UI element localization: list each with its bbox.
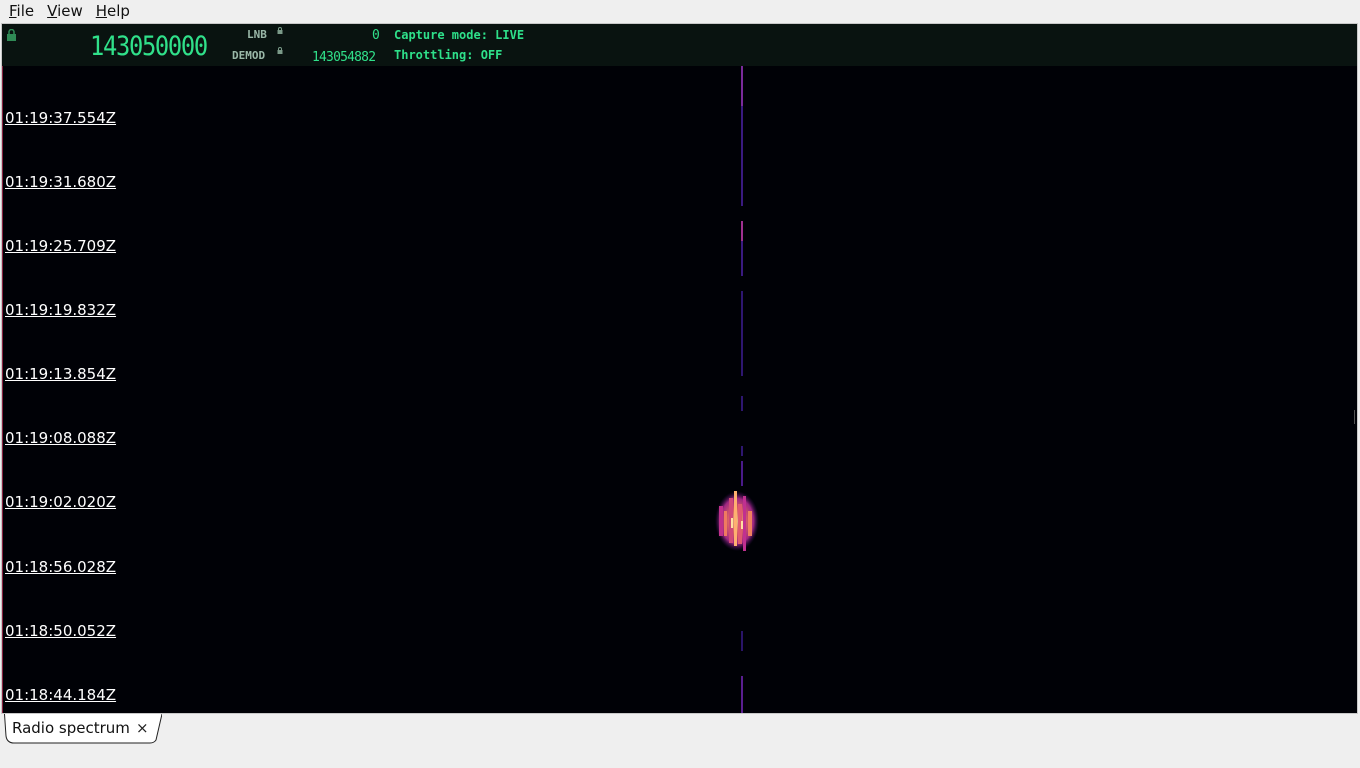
main-frequency-display[interactable]: 143050000 bbox=[90, 31, 208, 62]
close-icon[interactable]: × bbox=[136, 719, 149, 737]
timestamp-label[interactable]: 01:19:25.709Z bbox=[5, 237, 116, 255]
demod-frequency-value[interactable]: 143054882 bbox=[312, 50, 376, 65]
resize-handle[interactable] bbox=[1354, 410, 1355, 424]
timestamp-label[interactable]: 01:19:19.832Z bbox=[5, 301, 116, 319]
timestamp-label[interactable]: 01:18:50.052Z bbox=[5, 622, 116, 640]
signal-burst bbox=[715, 491, 759, 551]
tuner-header: 143050000 LNB 0 DEMOD 143054882 Capture … bbox=[2, 24, 1357, 66]
tab-label: Radio spectrum bbox=[12, 719, 130, 737]
lock-icon[interactable] bbox=[6, 28, 17, 44]
timestamp-label[interactable]: 01:19:31.680Z bbox=[5, 173, 116, 191]
tab-bar: Radio spectrum × bbox=[0, 714, 1360, 768]
timestamp-label[interactable]: 01:18:56.028Z bbox=[5, 558, 116, 576]
waterfall-display[interactable]: 01:19:37.554Z 01:19:31.680Z 01:19:25.709… bbox=[2, 66, 1357, 713]
lnb-lock-icon[interactable] bbox=[277, 27, 283, 36]
demod-label: DEMOD bbox=[232, 49, 266, 62]
timestamp-label[interactable]: 01:19:02.020Z bbox=[5, 493, 116, 511]
menu-file[interactable]: File bbox=[0, 2, 34, 20]
menu-view[interactable]: View bbox=[38, 2, 83, 20]
throttling-status: Throttling: OFF bbox=[394, 48, 503, 62]
menu-bar: File View Help bbox=[0, 0, 1360, 22]
timestamp-label[interactable]: 01:19:13.854Z bbox=[5, 365, 116, 383]
lnb-label: LNB bbox=[247, 28, 267, 41]
timestamp-label[interactable]: 01:18:44.184Z bbox=[5, 686, 116, 704]
timestamp-label[interactable]: 01:19:08.088Z bbox=[5, 429, 116, 447]
timestamp-label[interactable]: 01:19:37.554Z bbox=[5, 109, 116, 127]
left-edge-marker bbox=[2, 66, 3, 713]
radio-spectrum-panel: 143050000 LNB 0 DEMOD 143054882 Capture … bbox=[1, 23, 1358, 714]
demod-lock-icon[interactable] bbox=[277, 47, 283, 56]
capture-mode-status: Capture mode: LIVE bbox=[394, 28, 525, 42]
menu-help[interactable]: Help bbox=[87, 2, 130, 20]
lnb-frequency-value[interactable]: 0 bbox=[372, 28, 380, 43]
tab-radio-spectrum[interactable]: Radio spectrum × bbox=[4, 714, 162, 744]
waterfall-graphic bbox=[715, 66, 759, 713]
